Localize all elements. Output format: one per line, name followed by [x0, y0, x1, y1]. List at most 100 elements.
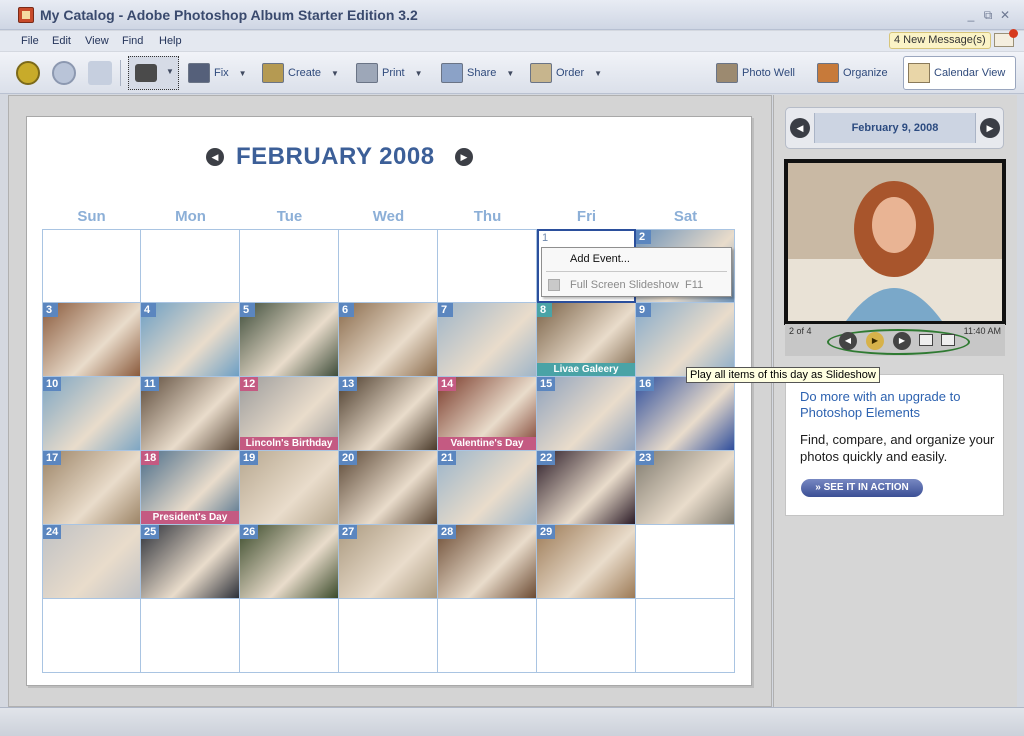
- fix-button[interactable]: Fix ▼: [188, 61, 247, 85]
- back-arrow-icon[interactable]: [16, 61, 40, 85]
- print-label: Print: [382, 67, 405, 79]
- calendar-day-10[interactable]: 10: [42, 377, 141, 451]
- calendar-day-11[interactable]: 11: [141, 377, 240, 451]
- calendar-day-14[interactable]: 14 Valentine's Day: [438, 377, 537, 451]
- next-month-button[interactable]: ▶: [455, 148, 473, 166]
- see-it-in-action-button[interactable]: » SEE IT IN ACTION: [801, 479, 923, 497]
- calendar-empty-cell: [339, 599, 438, 673]
- day-number: 20: [339, 451, 358, 465]
- organize-label: Organize: [843, 67, 888, 79]
- calendar-day-17[interactable]: 17: [42, 451, 141, 525]
- calendar-empty-cell: [141, 229, 240, 303]
- calendar-day-15[interactable]: 15: [537, 377, 636, 451]
- forward-arrow-icon[interactable]: [52, 61, 76, 85]
- next-day-button[interactable]: ▶: [980, 118, 1000, 138]
- calendar-day-22[interactable]: 22: [537, 451, 636, 525]
- menu-view[interactable]: View: [85, 35, 109, 47]
- order-button[interactable]: Order ▼: [530, 61, 602, 85]
- month-title: FEBRUARY 2008: [236, 143, 435, 170]
- promo-title[interactable]: Do more with an upgrade to Photoshop Ele…: [800, 389, 1000, 421]
- calendar-day-3[interactable]: 3: [42, 303, 141, 377]
- calendar-day-6[interactable]: 6: [339, 303, 438, 377]
- mail-icon[interactable]: [994, 29, 1018, 47]
- organize-button[interactable]: Organize: [817, 61, 888, 85]
- day-number: 8: [537, 303, 552, 317]
- chevron-down-icon: ▼: [506, 68, 515, 78]
- toolbar-separator: [120, 60, 121, 86]
- calendar-day-21[interactable]: 21: [438, 451, 537, 525]
- menu-help[interactable]: Help: [159, 35, 182, 47]
- shortcut-label: F11: [685, 279, 704, 291]
- calendar-day-26[interactable]: 26: [240, 525, 339, 599]
- minimize-button[interactable]: _: [964, 8, 978, 22]
- calendar-day-29[interactable]: 29: [537, 525, 636, 599]
- menu-edit[interactable]: Edit: [52, 35, 71, 47]
- calendar-day-7[interactable]: 7: [438, 303, 537, 377]
- print-button[interactable]: Print ▼: [356, 61, 423, 85]
- day-number: 3: [43, 303, 58, 317]
- event-label[interactable]: Valentine's Day: [438, 437, 536, 450]
- photo-well-button[interactable]: Photo Well: [716, 61, 795, 85]
- prev-day-button[interactable]: ◀: [790, 118, 810, 138]
- play-slideshow-button[interactable]: ▶: [866, 332, 884, 350]
- fix-icon: [188, 63, 210, 83]
- upgrade-promo: Do more with an upgrade to Photoshop Ele…: [785, 374, 1004, 516]
- calendar-day-28[interactable]: 28: [438, 525, 537, 599]
- calendar-day-18[interactable]: 18 President's Day: [141, 451, 240, 525]
- day-number: 17: [43, 451, 62, 465]
- weekday-label: Sat: [673, 208, 698, 225]
- previous-item-button[interactable]: ◀: [839, 332, 857, 350]
- event-label[interactable]: Lincoln's Birthday: [240, 437, 338, 450]
- calendar-day-20[interactable]: 20: [339, 451, 438, 525]
- calendar-day-27[interactable]: 27: [339, 525, 438, 599]
- grid-icon[interactable]: [941, 334, 955, 346]
- calendar-day-23[interactable]: 23: [636, 451, 735, 525]
- event-label[interactable]: President's Day: [141, 511, 239, 524]
- next-item-button[interactable]: ▶: [893, 332, 911, 350]
- calendar-day-5[interactable]: 5: [240, 303, 339, 377]
- calendar-empty-cell: [240, 229, 339, 303]
- calendar-empty-cell: [636, 525, 735, 599]
- day-number: 24: [43, 525, 62, 539]
- preview-face: [872, 197, 916, 253]
- close-button[interactable]: ✕: [998, 8, 1012, 22]
- calendar-day-24[interactable]: 24: [42, 525, 141, 599]
- restore-button[interactable]: ⧉: [981, 8, 995, 22]
- day-number: 29: [537, 525, 556, 539]
- day-number: 23: [636, 451, 655, 465]
- calendar-empty-cell: [438, 229, 537, 303]
- weekday-label: Tue: [276, 208, 303, 225]
- prev-month-button[interactable]: ◀: [206, 148, 224, 166]
- create-button[interactable]: Create ▼: [262, 61, 339, 85]
- day-number: 19: [240, 451, 259, 465]
- home-icon[interactable]: [88, 61, 112, 85]
- day-number: 6: [339, 303, 354, 317]
- calendar-day-12[interactable]: 12 Lincoln's Birthday: [240, 377, 339, 451]
- day-number: 5: [240, 303, 255, 317]
- share-button[interactable]: Share ▼: [441, 61, 514, 85]
- calendar-view-button[interactable]: Calendar View: [903, 56, 1016, 90]
- selected-date-label: February 9, 2008: [814, 113, 976, 143]
- photo-preview[interactable]: [784, 159, 1006, 325]
- rotate-icon[interactable]: [919, 334, 933, 346]
- full-screen-slideshow-menu-item[interactable]: Full Screen Slideshow: [570, 279, 679, 291]
- calendar-day-25[interactable]: 25: [141, 525, 240, 599]
- add-event-menu-item[interactable]: Add Event...: [570, 253, 630, 265]
- calendar-day-8[interactable]: 8 Livae Galeery: [537, 303, 636, 377]
- calendar-day-9[interactable]: 9: [636, 303, 735, 377]
- calendar-day-19[interactable]: 19: [240, 451, 339, 525]
- calendar-day-4[interactable]: 4: [141, 303, 240, 377]
- menu-find[interactable]: Find: [122, 35, 143, 47]
- new-messages-button[interactable]: 4 New Message(s): [889, 32, 991, 49]
- menu-file[interactable]: File: [21, 35, 39, 47]
- day-number: 13: [339, 377, 358, 391]
- event-label[interactable]: Livae Galeery: [537, 363, 635, 376]
- calendar-day-16[interactable]: 16: [636, 377, 735, 451]
- item-count: 2 of 4: [789, 326, 812, 336]
- menu-bar: File Edit View Find Help: [0, 31, 1024, 51]
- calendar-day-13[interactable]: 13: [339, 377, 438, 451]
- status-bar: [0, 707, 1024, 736]
- camera-button[interactable]: ▼: [128, 56, 179, 90]
- calendar-icon: [908, 63, 930, 83]
- weekday-label: Wed: [372, 208, 405, 225]
